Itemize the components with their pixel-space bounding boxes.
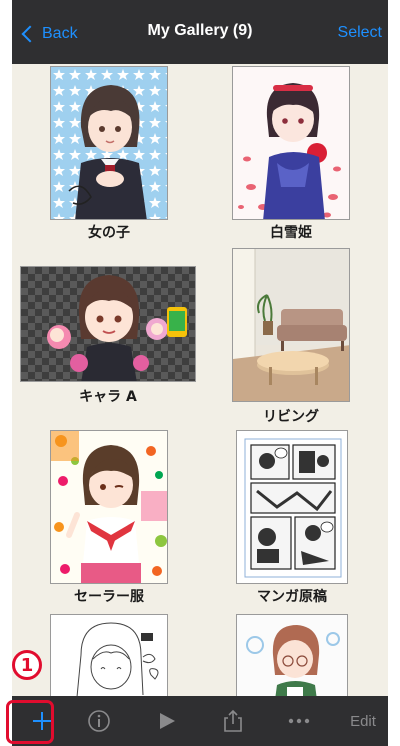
select-button[interactable]: Select xyxy=(338,24,382,42)
page-title: My Gallery (9) xyxy=(147,22,253,39)
gallery-item[interactable]: 女の子 xyxy=(50,64,168,244)
manga-manuscript-illustration xyxy=(237,431,347,583)
artwork-thumbnail[interactable] xyxy=(50,430,168,584)
gallery-grid: 女の子 白雪姫 キャラ A リビング セーラー服 マンガ原稿 xyxy=(12,64,388,714)
step-number: 1 xyxy=(20,654,34,676)
artwork-caption: キャラ A xyxy=(79,389,137,405)
character-a-illustration xyxy=(21,267,195,381)
artwork-caption: 白雪姫 xyxy=(270,225,312,241)
living-room-illustration xyxy=(233,249,349,401)
app-screen: Back My Gallery (9) Select 女の子 白雪姫 キャラ A… xyxy=(12,0,388,746)
edit-label: Edit xyxy=(350,712,376,730)
share-icon xyxy=(224,709,242,732)
gallery-item[interactable]: キャラ A xyxy=(20,266,196,446)
artwork-caption: リビング xyxy=(263,409,319,425)
artwork-thumbnail[interactable] xyxy=(232,66,350,220)
gallery-item[interactable] xyxy=(236,614,348,714)
gallery-item[interactable]: リビング xyxy=(232,248,350,428)
gallery-item[interactable]: 白雪姫 xyxy=(232,64,350,244)
bottom-toolbar: Edit xyxy=(12,696,388,746)
gallery-item[interactable]: マンガ原稿 xyxy=(236,430,348,610)
artwork-caption: マンガ原稿 xyxy=(257,589,327,605)
more-button[interactable] xyxy=(274,696,324,746)
info-icon xyxy=(88,710,110,732)
more-icon xyxy=(288,718,310,724)
play-button[interactable] xyxy=(142,696,192,746)
add-button-highlight xyxy=(6,700,54,744)
navigation-bar: Back My Gallery (9) Select xyxy=(12,0,388,64)
artwork-thumbnail[interactable] xyxy=(20,266,196,382)
gallery-item[interactable] xyxy=(50,614,168,714)
artwork-caption: 女の子 xyxy=(88,225,130,241)
artwork-thumbnail[interactable] xyxy=(232,248,350,402)
artwork-caption: セーラー服 xyxy=(74,589,144,605)
sailor-uniform-illustration xyxy=(51,431,167,583)
step-number-badge: 1 xyxy=(12,650,42,680)
info-button[interactable] xyxy=(74,696,124,746)
snow-white-illustration xyxy=(233,67,349,219)
gallery-item[interactable]: セーラー服 xyxy=(50,430,168,610)
play-icon xyxy=(160,713,175,729)
share-button[interactable] xyxy=(208,696,258,746)
artwork-thumbnail[interactable] xyxy=(236,430,348,584)
edit-button[interactable]: Edit xyxy=(338,696,388,746)
artwork-thumbnail[interactable] xyxy=(50,66,168,220)
girl-illustration xyxy=(51,67,167,219)
